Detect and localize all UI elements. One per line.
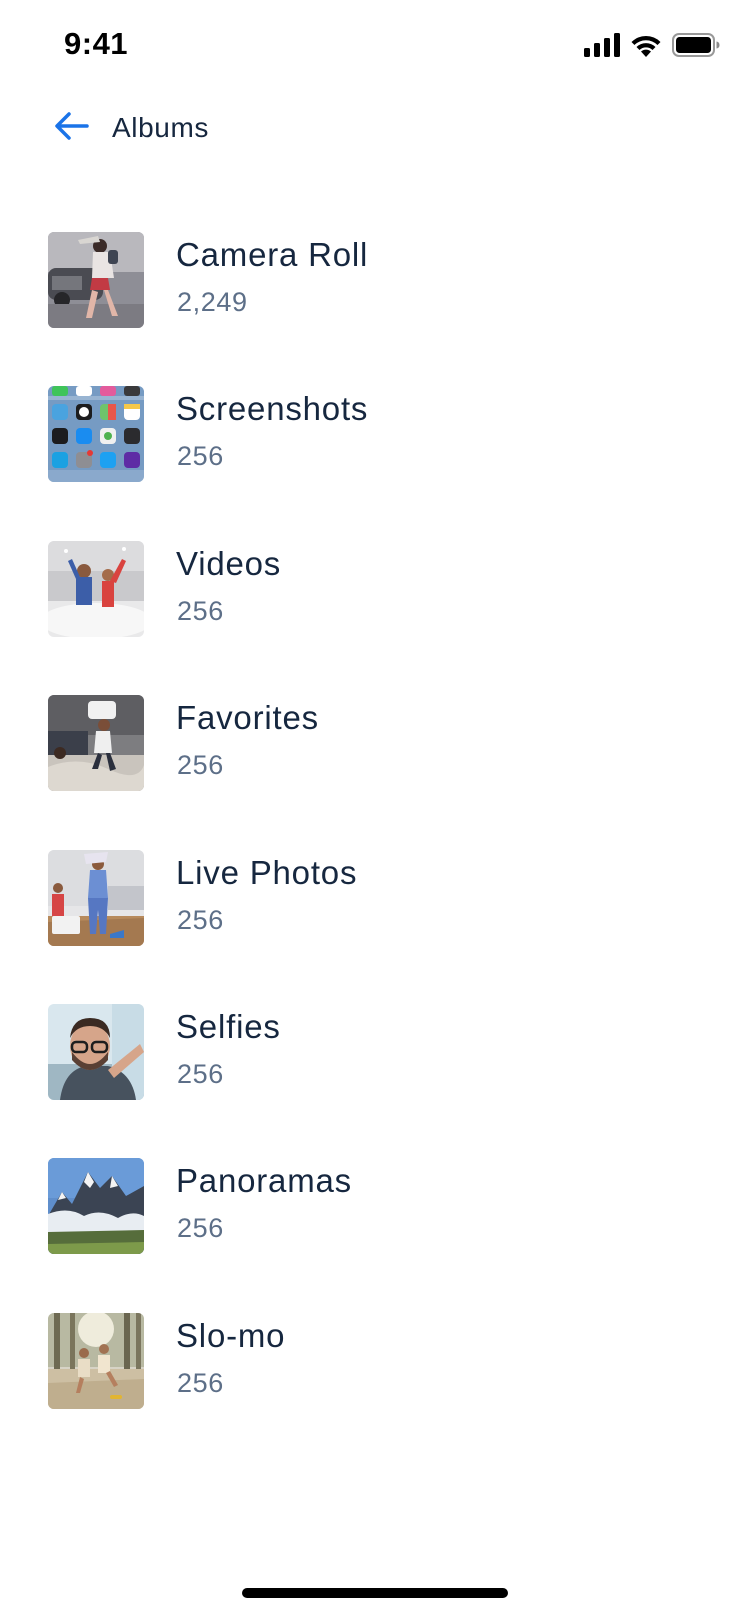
cellular-signal-icon xyxy=(584,33,620,57)
battery-icon xyxy=(672,33,720,57)
album-thumbnail xyxy=(48,1158,144,1254)
album-thumbnail xyxy=(48,232,144,328)
album-name: Slo-mo xyxy=(176,1317,286,1354)
album-item-videos[interactable]: Videos 256 xyxy=(48,541,702,637)
album-thumbnail xyxy=(48,695,144,791)
album-item-panoramas[interactable]: Panoramas 256 xyxy=(48,1158,702,1254)
back-button[interactable] xyxy=(50,108,94,148)
album-item-live-photos[interactable]: Live Photos 256 xyxy=(48,850,702,946)
album-name: Videos xyxy=(176,545,282,582)
album-name: Screenshots xyxy=(176,390,369,427)
status-time: 9:41 xyxy=(64,26,129,61)
wifi-icon xyxy=(630,33,662,57)
album-count: 2,249 xyxy=(177,287,248,317)
album-item-favorites[interactable]: Favorites 256 xyxy=(48,695,702,791)
album-count: 256 xyxy=(177,596,224,626)
album-thumbnail xyxy=(48,386,144,482)
album-count: 256 xyxy=(177,750,224,780)
album-name: Panoramas xyxy=(176,1162,352,1199)
album-count: 256 xyxy=(177,1213,224,1243)
album-name: Live Photos xyxy=(176,854,358,891)
arrow-left-icon xyxy=(54,111,90,146)
header: Albums xyxy=(0,96,750,160)
album-thumbnail xyxy=(48,541,144,637)
album-item-screenshots[interactable]: Screenshots 256 xyxy=(48,386,702,482)
home-indicator[interactable] xyxy=(242,1588,508,1598)
album-name: Selfies xyxy=(176,1008,281,1045)
album-thumbnail xyxy=(48,1313,144,1409)
album-count: 256 xyxy=(177,1059,224,1089)
album-thumbnail xyxy=(48,850,144,946)
page-title: Albums xyxy=(112,112,209,143)
album-item-slo-mo[interactable]: Slo-mo 256 xyxy=(48,1313,702,1409)
album-name: Camera Roll xyxy=(176,236,369,273)
album-name: Favorites xyxy=(176,699,319,736)
album-item-selfies[interactable]: Selfies 256 xyxy=(48,1004,702,1100)
status-bar: 9:41 xyxy=(0,0,750,92)
album-thumbnail xyxy=(48,1004,144,1100)
status-icons xyxy=(584,32,720,58)
album-count: 256 xyxy=(177,905,224,935)
album-item-camera-roll[interactable]: Camera Roll 2,249 xyxy=(48,232,702,328)
album-count: 256 xyxy=(177,1368,224,1398)
album-count: 256 xyxy=(177,441,224,471)
